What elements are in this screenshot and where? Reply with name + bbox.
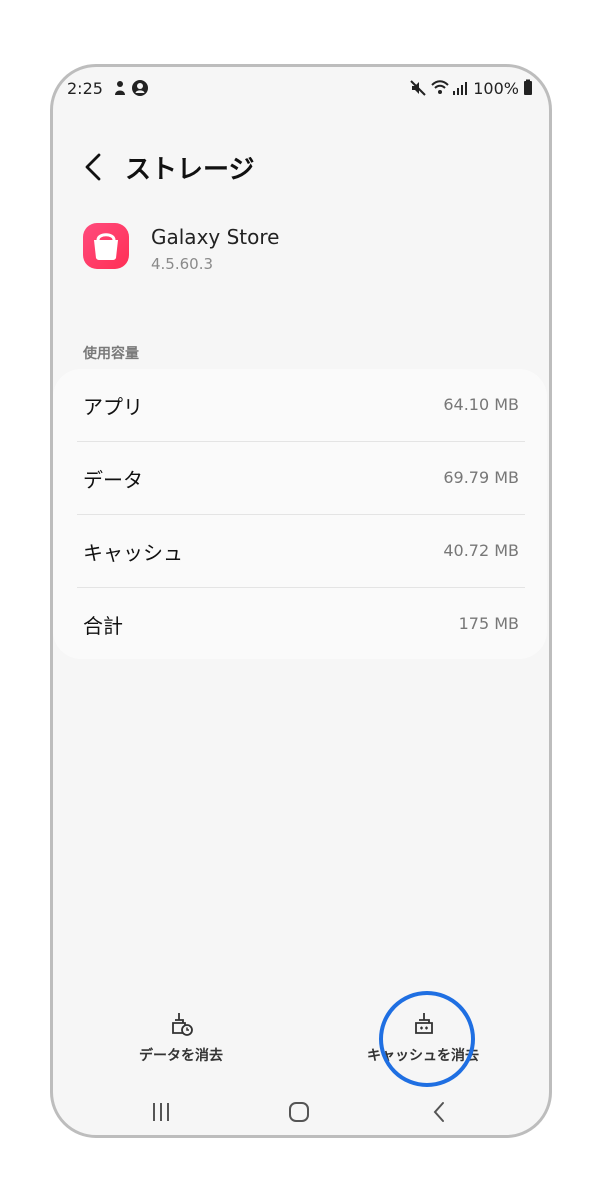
navigation-bar bbox=[53, 1089, 549, 1135]
row-label: アプリ bbox=[83, 395, 143, 419]
status-bar: 2:25 100% bbox=[53, 67, 549, 109]
phone-frame: 2:25 100% ストレージ Galaxy Store 4.5.60.3 使用… bbox=[50, 64, 552, 1138]
mute-icon bbox=[410, 80, 426, 96]
row-label: キャッシュ bbox=[83, 541, 183, 565]
chevron-left-icon[interactable] bbox=[79, 147, 109, 187]
row-label: 合計 bbox=[83, 614, 123, 638]
storage-row-data: データ 69.79 MB bbox=[77, 442, 525, 514]
storage-usage-card: アプリ 64.10 MB データ 69.79 MB キャッシュ 40.72 MB… bbox=[53, 369, 547, 659]
row-value: 175 MB bbox=[458, 614, 519, 633]
row-value: 40.72 MB bbox=[443, 541, 519, 560]
battery-percent: 100% bbox=[473, 79, 519, 98]
home-icon[interactable] bbox=[279, 1093, 319, 1133]
wifi-icon bbox=[431, 80, 449, 94]
clear-data-label: データを消去 bbox=[139, 1048, 223, 1064]
clear-data-button[interactable]: データを消去 bbox=[91, 997, 271, 1067]
page-header: ストレージ bbox=[53, 137, 549, 197]
row-label: データ bbox=[83, 468, 143, 492]
storage-row-app: アプリ 64.10 MB bbox=[77, 369, 525, 441]
usage-section-title: 使用容量 bbox=[83, 346, 139, 362]
row-value: 64.10 MB bbox=[443, 395, 519, 414]
page-title: ストレージ bbox=[125, 155, 255, 185]
broom-clear-data-icon bbox=[172, 1013, 193, 1036]
back-icon[interactable] bbox=[419, 1093, 459, 1133]
app-name: Galaxy Store bbox=[151, 225, 280, 249]
account-circle-icon bbox=[132, 80, 148, 96]
status-time: 2:25 bbox=[67, 79, 103, 98]
app-info: Galaxy Store 4.5.60.3 bbox=[83, 223, 523, 283]
battery-icon bbox=[524, 79, 532, 95]
shopping-bag-icon bbox=[83, 223, 129, 269]
storage-row-total: 合計 175 MB bbox=[77, 588, 525, 660]
row-value: 69.79 MB bbox=[443, 468, 519, 487]
recent-apps-icon[interactable] bbox=[141, 1093, 181, 1133]
person-icon bbox=[115, 81, 125, 95]
app-version: 4.5.60.3 bbox=[151, 255, 214, 273]
highlight-circle bbox=[379, 991, 475, 1087]
storage-row-cache: キャッシュ 40.72 MB bbox=[77, 515, 525, 587]
signal-icon bbox=[453, 82, 467, 95]
